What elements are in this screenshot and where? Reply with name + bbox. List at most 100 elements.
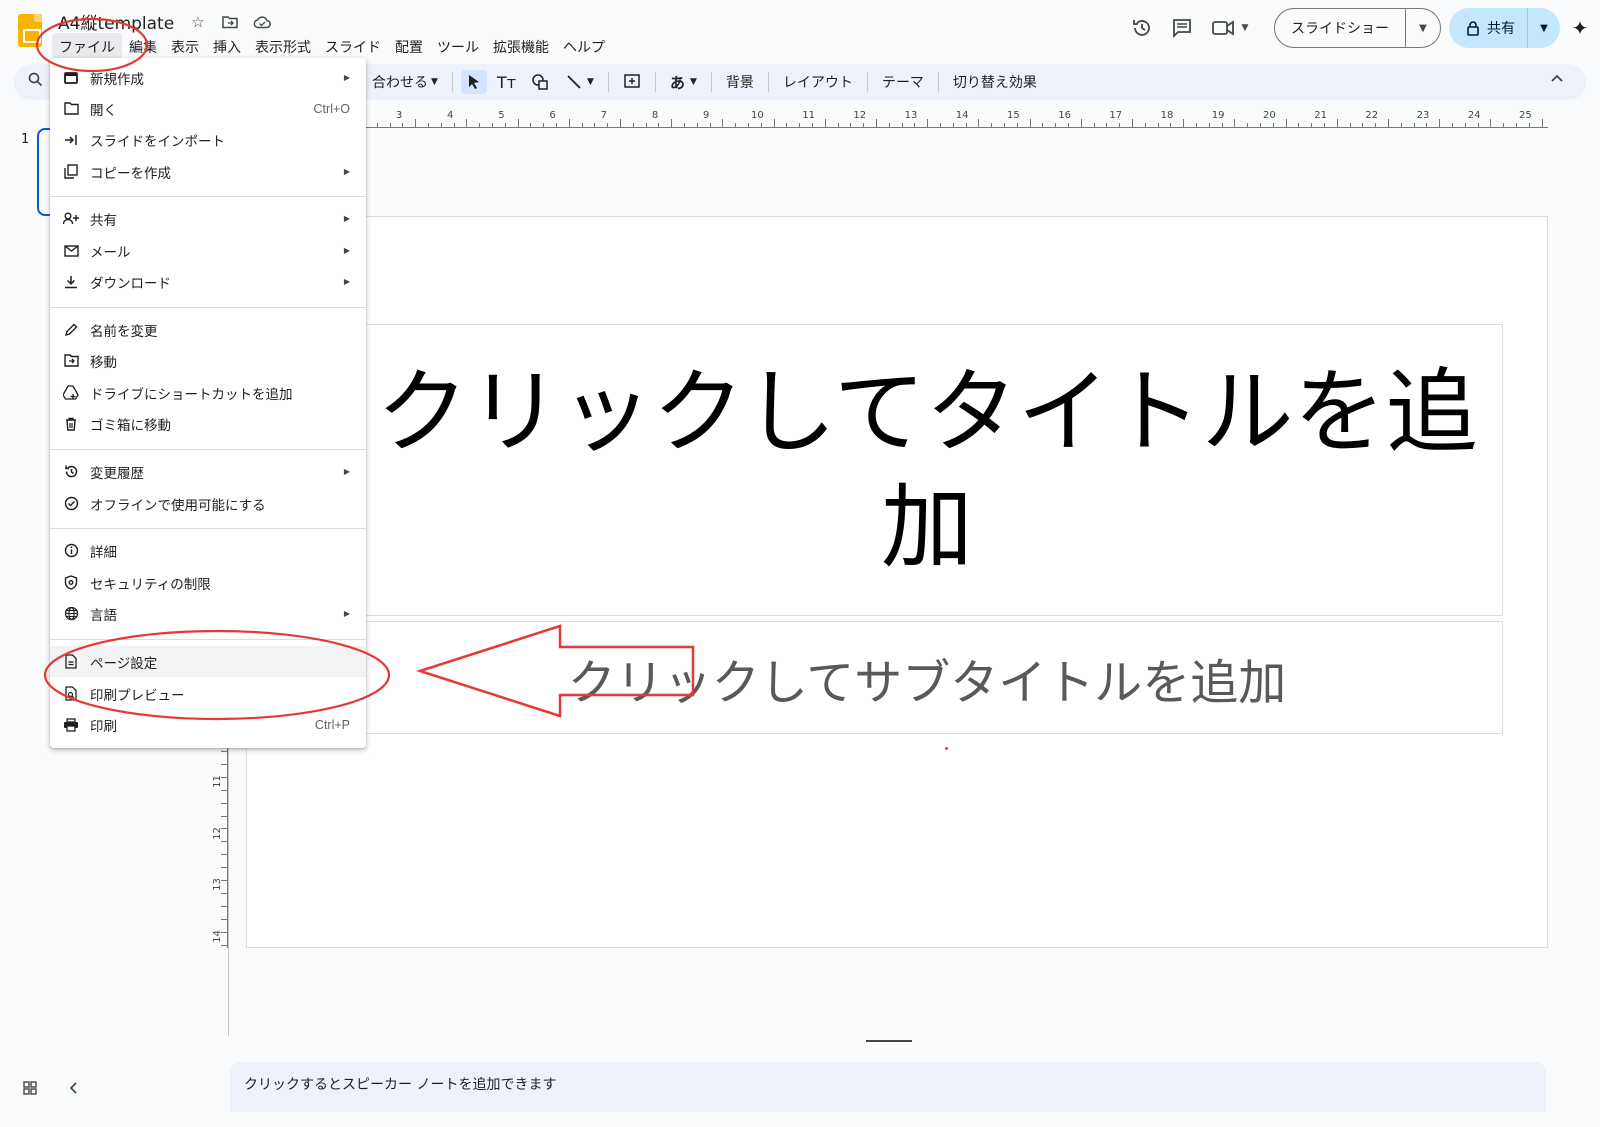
ruler-tick xyxy=(1464,123,1466,127)
file-menu-item-trash[interactable]: ゴミ箱に移動 xyxy=(50,408,366,439)
notes-resize-handle[interactable] xyxy=(866,1040,912,1042)
ruler-tick xyxy=(658,123,660,127)
file-menu-item-person-add[interactable]: 共有 ▶ xyxy=(50,203,366,234)
transition-button[interactable]: 切り替え効果 xyxy=(947,68,1043,96)
history-icon xyxy=(52,464,90,479)
ruler-tick xyxy=(1106,123,1108,127)
gemini-sparkle-icon[interactable]: ✦ xyxy=(1560,16,1600,40)
ruler-number: 21 xyxy=(1314,110,1327,121)
search-menus-icon[interactable] xyxy=(28,72,43,91)
menu-format[interactable]: 表示形式 xyxy=(248,33,318,61)
collapse-toolbar-icon[interactable] xyxy=(1550,71,1564,87)
file-menu-item-offline[interactable]: オフラインで使用可能にする xyxy=(50,488,366,519)
title-placeholder[interactable]: クリックしてタイトルを追加 xyxy=(352,355,1502,585)
title-placeholder-box[interactable]: クリックしてタイトルを追加 xyxy=(351,324,1503,616)
grid-view-icon[interactable] xyxy=(22,1080,38,1100)
subtitle-placeholder-box[interactable]: クリックしてサブタイトルを追加 xyxy=(351,621,1503,734)
menu-slide[interactable]: スライド xyxy=(318,33,388,61)
file-menu-item-import[interactable]: スライドをインポート xyxy=(50,124,366,155)
slideshow-button[interactable]: スライドショー ▼ xyxy=(1274,8,1441,48)
file-menu-item-pencil[interactable]: 名前を変更 xyxy=(50,314,366,345)
menu-extensions[interactable]: 拡張機能 xyxy=(486,33,556,61)
ruler-number: 7 xyxy=(600,110,607,121)
layout-button[interactable]: レイアウト xyxy=(777,68,859,96)
file-menu-item-printer[interactable]: 印刷 Ctrl+P xyxy=(50,709,366,740)
ruler-tick xyxy=(376,123,378,127)
version-history-icon[interactable] xyxy=(1122,8,1162,48)
trash-icon xyxy=(52,417,90,431)
menu-separator xyxy=(50,449,366,450)
shape-icon[interactable] xyxy=(526,70,556,94)
slide-canvas[interactable]: クリックしてタイトルを追加 クリックしてサブタイトルを追加 xyxy=(246,216,1548,948)
ruler-tick xyxy=(221,763,227,765)
theme-button[interactable]: テーマ xyxy=(876,68,930,96)
ruler-tick xyxy=(850,123,852,127)
slideshow-label[interactable]: スライドショー xyxy=(1275,9,1406,47)
ruler-tick xyxy=(1004,123,1005,127)
file-menu-item-history[interactable]: 変更履歴 ▶ xyxy=(50,456,366,487)
ruler-tick xyxy=(221,828,227,830)
speaker-notes[interactable]: クリックするとスピーカー ノートを追加できます xyxy=(230,1062,1546,1112)
ruler-number: 18 xyxy=(1160,110,1174,121)
ruler-tick xyxy=(978,119,980,127)
ruler-tick xyxy=(1311,123,1313,127)
subtitle-placeholder[interactable]: クリックしてサブタイトルを追加 xyxy=(568,643,1287,713)
file-menu-item-info[interactable]: 詳細 xyxy=(50,535,366,566)
file-menu-item-copy[interactable]: コピーを作成 ▶ xyxy=(50,156,366,187)
menu-help[interactable]: ヘルプ xyxy=(556,33,612,61)
comments-icon[interactable] xyxy=(1162,8,1202,48)
move-folder-icon[interactable] xyxy=(220,12,240,32)
horizontal-ruler[interactable]: 3 4 5 6 7 8 9 10 11 12 13 14 15 16 17 18 19 20 21 22 23 24 25 xyxy=(246,108,1548,128)
meet-icon[interactable]: ▼ xyxy=(1202,8,1258,48)
comment-add-icon[interactable] xyxy=(617,69,647,95)
file-menu-item-print-preview[interactable]: 印刷プレビュー xyxy=(50,678,366,709)
star-icon[interactable]: ☆ xyxy=(188,12,208,32)
toolbar-divider xyxy=(710,72,712,92)
file-menu-item-security[interactable]: セキュリティの制限 xyxy=(50,567,366,598)
globe-icon xyxy=(52,606,90,621)
file-menu-item-drive-shortcut[interactable]: ドライブにショートカットを追加 xyxy=(50,377,366,408)
file-menu-item-folder-open[interactable]: 開く Ctrl+O xyxy=(50,93,366,124)
ruler-tick xyxy=(1042,123,1044,127)
select-tool-button[interactable] xyxy=(460,70,487,94)
menu-insert[interactable]: 挿入 xyxy=(206,33,248,61)
toolbar-divider xyxy=(937,72,939,92)
menu-arrange[interactable]: 配置 xyxy=(388,33,430,61)
ruler-tick xyxy=(221,931,227,933)
filmstrip-controls xyxy=(22,1080,78,1100)
page-setup-icon xyxy=(52,654,90,669)
input-tools-button[interactable]: あ ▼ xyxy=(664,68,703,97)
menu-file[interactable]: ファイル xyxy=(52,33,122,61)
file-menu-item-move-folder[interactable]: 移動 xyxy=(50,345,366,376)
ruler-tick xyxy=(1388,119,1389,127)
file-menu-item-label: ページ設定 xyxy=(90,655,158,672)
ruler-tick xyxy=(221,880,227,881)
text-box-button[interactable]: Tт xyxy=(491,69,522,96)
document-title[interactable]: A4縦template xyxy=(58,9,174,34)
file-menu-item-label: 印刷 xyxy=(90,718,117,735)
background-button[interactable]: 背景 xyxy=(720,68,760,96)
menu-edit[interactable]: 編集 xyxy=(122,33,164,61)
cloud-saved-icon[interactable] xyxy=(252,12,272,32)
file-menu-item-download[interactable]: ダウンロード ▶ xyxy=(50,266,366,297)
share-main[interactable]: 共有 xyxy=(1449,8,1528,48)
file-menu-item-page-setup[interactable]: ページ設定 xyxy=(50,646,366,677)
slides-logo-icon[interactable] xyxy=(18,14,42,47)
ruler-tick xyxy=(492,123,493,127)
collapse-filmstrip-icon[interactable] xyxy=(68,1080,78,1100)
top-bar: A4縦template ☆ ファイル 編集 表示 挿入 表示形式 スライド 配置… xyxy=(0,0,1600,62)
file-menu-item-globe[interactable]: 言語 ▶ xyxy=(50,598,366,629)
file-menu-item-new-slides[interactable]: 新規作成 ▶ xyxy=(50,62,366,93)
speaker-notes-placeholder[interactable]: クリックするとスピーカー ノートを追加できます xyxy=(244,1074,556,1094)
menu-tools[interactable]: ツール xyxy=(430,33,486,61)
slideshow-dropdown-icon[interactable]: ▼ xyxy=(1406,9,1440,47)
line-tool-button[interactable]: ▼ xyxy=(560,70,600,94)
ruler-tick xyxy=(1119,123,1121,127)
share-dropdown-icon[interactable]: ▼ xyxy=(1528,8,1560,48)
ruler-tick xyxy=(632,123,634,127)
share-button[interactable]: 共有 ▼ xyxy=(1449,8,1560,48)
menu-view[interactable]: 表示 xyxy=(164,33,206,61)
zoom-fit-button[interactable]: 合わせる ▼ xyxy=(366,68,444,96)
file-menu-item-mail[interactable]: メール ▶ xyxy=(50,235,366,266)
ruler-tick xyxy=(1272,123,1274,127)
